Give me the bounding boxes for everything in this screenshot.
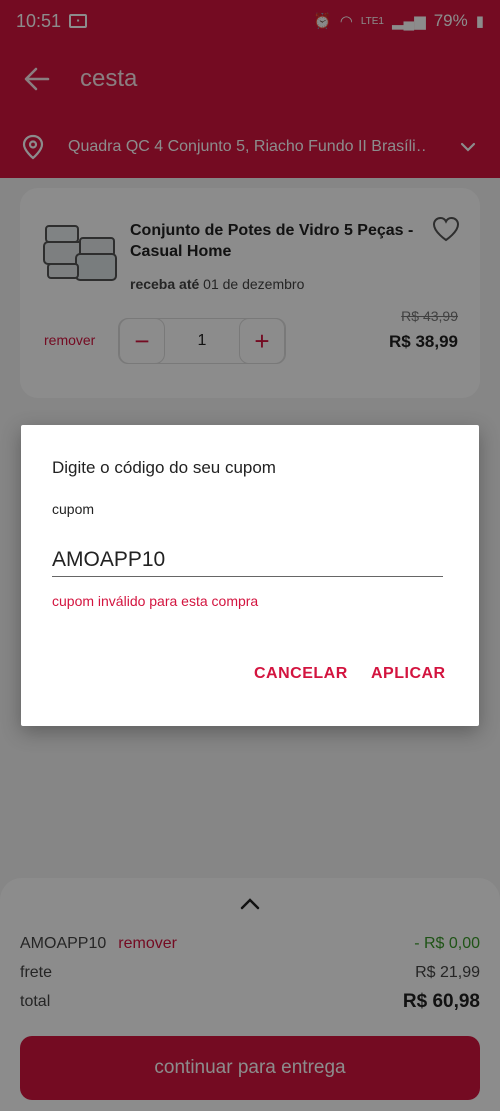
apply-button[interactable]: APLICAR xyxy=(371,665,446,683)
coupon-error-message: cupom inválido para esta compra xyxy=(52,593,259,609)
cancel-button[interactable]: CANCELAR xyxy=(254,665,348,683)
coupon-input[interactable] xyxy=(52,543,443,577)
coupon-field-label: cupom xyxy=(52,501,95,517)
dialog-title: Digite o código do seu cupom xyxy=(52,458,276,477)
coupon-dialog: Digite o código do seu cupom cupom cupom… xyxy=(21,425,479,726)
